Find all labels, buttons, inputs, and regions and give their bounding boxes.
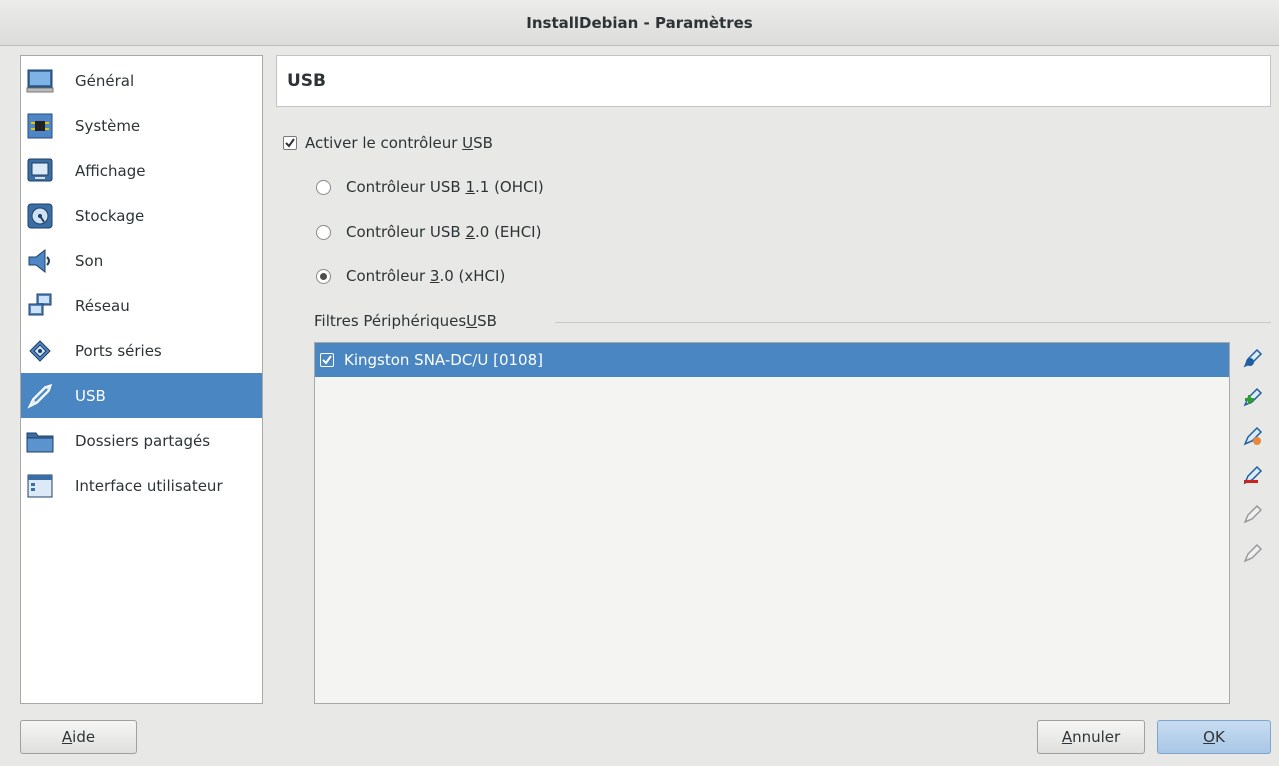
move-up-icon xyxy=(1242,503,1264,529)
sidebar-item-label: Ports séries xyxy=(75,341,162,360)
sidebar-item-label: Réseau xyxy=(75,296,130,315)
checkbox-box[interactable] xyxy=(283,136,297,150)
sidebar-item-label: Son xyxy=(75,251,104,270)
enable-usb-controller-checkbox[interactable]: Activer le contrôleur USB xyxy=(283,134,493,152)
shared-folders-icon xyxy=(25,426,55,456)
usb-1-1-radio[interactable]: Contrôleur USB 1.1 (OHCI) xyxy=(316,178,544,196)
sidebar-item-label: Dossiers partagés xyxy=(75,431,211,450)
sidebar-item-user-interface[interactable]: Interface utilisateur xyxy=(21,463,262,508)
group-separator xyxy=(555,322,1271,323)
sidebar-item-system[interactable]: Système xyxy=(21,103,262,148)
radio-circle[interactable] xyxy=(316,179,331,195)
display-icon xyxy=(25,156,55,186)
edit-filter-button[interactable] xyxy=(1240,424,1266,451)
network-icon xyxy=(25,291,55,321)
user-interface-icon xyxy=(25,471,55,501)
page-title: USB xyxy=(276,55,1271,107)
sidebar-item-label: USB xyxy=(75,386,106,405)
filter-checkbox[interactable] xyxy=(320,353,334,367)
filter-label: Kingston SNA-DC/U [0108] xyxy=(344,351,543,369)
sidebar-item-storage[interactable]: Stockage xyxy=(21,193,262,238)
help-mnemonic: A xyxy=(61,728,73,746)
help-button[interactable]: Aide xyxy=(20,720,137,754)
window-title: InstallDebian - Paramètres xyxy=(526,13,753,32)
move-down-icon xyxy=(1242,542,1264,568)
remove-filter-button[interactable] xyxy=(1240,463,1266,490)
usb-3-0-label: Contrôleur 3.0 (xHCI) xyxy=(346,267,506,285)
help-label: ide xyxy=(72,728,96,746)
add-from-device-icon xyxy=(1242,386,1264,412)
sidebar-item-usb[interactable]: USB xyxy=(21,373,262,418)
radio-circle[interactable] xyxy=(316,268,331,284)
sidebar-item-label: Affichage xyxy=(75,161,146,180)
ok-button[interactable]: OK xyxy=(1157,720,1271,754)
usb-filters-list[interactable]: Kingston SNA-DC/U [0108] xyxy=(314,342,1230,704)
settings-window: InstallDebian - Paramètres Général Systè… xyxy=(0,0,1279,766)
add-filter-icon xyxy=(1242,347,1264,373)
system-icon xyxy=(25,111,55,141)
general-icon xyxy=(25,66,55,96)
add-from-device-button[interactable] xyxy=(1240,385,1266,412)
cancel-label: nnuler xyxy=(1072,728,1121,746)
edit-filter-icon xyxy=(1242,425,1264,451)
sidebar-item-label: Système xyxy=(75,116,141,135)
enable-usb-label: Activer le contrôleur USB xyxy=(305,134,493,152)
sidebar-item-shared-folders[interactable]: Dossiers partagés xyxy=(21,418,262,463)
sidebar-item-label: Général xyxy=(75,71,135,90)
usb-icon xyxy=(25,381,55,411)
sidebar-item-general[interactable]: Général xyxy=(21,58,262,103)
page-title-text: USB xyxy=(287,71,327,91)
sidebar-item-network[interactable]: Réseau xyxy=(21,283,262,328)
move-up-button[interactable] xyxy=(1240,502,1266,529)
sidebar-item-display[interactable]: Affichage xyxy=(21,148,262,193)
usb-1-1-label: Contrôleur USB 1.1 (OHCI) xyxy=(346,178,544,196)
title-bar[interactable]: InstallDebian - Paramètres xyxy=(0,0,1279,46)
usb-3-0-radio[interactable]: Contrôleur 3.0 (xHCI) xyxy=(316,267,505,285)
storage-icon xyxy=(25,201,55,231)
radio-circle[interactable] xyxy=(316,224,331,240)
sidebar-item-sound[interactable]: Son xyxy=(21,238,262,283)
ok-mnemonic: O xyxy=(1203,728,1215,746)
ok-label: K xyxy=(1214,728,1225,746)
remove-filter-icon xyxy=(1242,464,1264,490)
sidebar-item-label: Interface utilisateur xyxy=(75,476,223,495)
serial-ports-icon xyxy=(25,336,55,366)
list-item[interactable]: Kingston SNA-DC/U [0108] xyxy=(315,343,1229,377)
usb-filters-group-label: Filtres Périphériques U SB xyxy=(314,312,497,330)
sound-icon xyxy=(25,246,55,276)
add-filter-button[interactable] xyxy=(1240,346,1266,373)
sidebar-item-serial-ports[interactable]: Ports séries xyxy=(21,328,262,373)
usb-2-0-radio[interactable]: Contrôleur USB 2.0 (EHCI) xyxy=(316,223,541,241)
move-down-button[interactable] xyxy=(1240,541,1266,568)
cancel-button[interactable]: Annuler xyxy=(1037,720,1145,754)
filters-toolbar xyxy=(1240,346,1266,580)
sidebar-item-label: Stockage xyxy=(75,206,145,225)
usb-2-0-label: Contrôleur USB 2.0 (EHCI) xyxy=(346,223,542,241)
settings-sidebar: Général Système Affichage Stockage Son R… xyxy=(20,55,263,704)
cancel-mnemonic: A xyxy=(1061,728,1073,746)
